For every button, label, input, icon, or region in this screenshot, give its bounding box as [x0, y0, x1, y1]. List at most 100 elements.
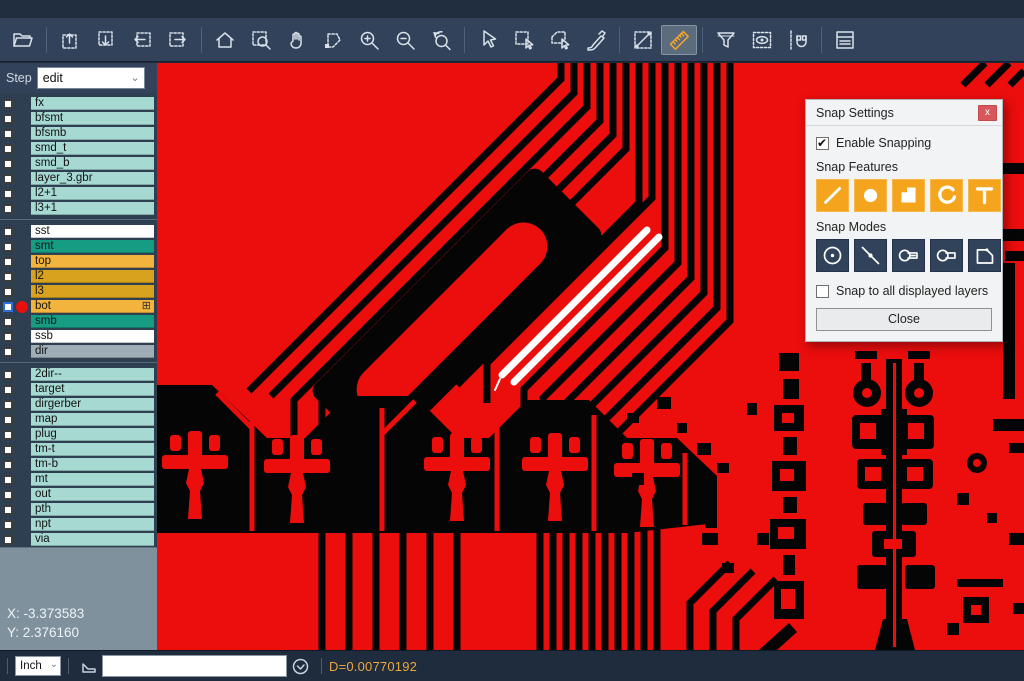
- layer-row[interactable]: smd_b: [0, 156, 157, 171]
- layer-label[interactable]: pth: [31, 503, 154, 516]
- import-up-button[interactable]: [52, 25, 88, 55]
- import-down-button[interactable]: [88, 25, 124, 55]
- layer-visibility-checkbox[interactable]: [3, 242, 13, 252]
- layer-label[interactable]: bfsmb: [31, 127, 154, 140]
- layer-visibility-checkbox[interactable]: [3, 370, 13, 380]
- layer-visibility-checkbox[interactable]: [3, 400, 13, 410]
- measure-line-button[interactable]: [625, 25, 661, 55]
- layer-label[interactable]: smd_b: [31, 157, 154, 170]
- snap-feature-surface-button[interactable]: [892, 179, 925, 212]
- menu-item[interactable]: [4, 8, 24, 11]
- layer-label[interactable]: sst: [31, 225, 154, 238]
- layer-visibility-checkbox[interactable]: [3, 227, 13, 237]
- close-button[interactable]: Close: [816, 308, 992, 331]
- layer-label[interactable]: map: [31, 413, 154, 426]
- layer-visibility-checkbox[interactable]: [3, 535, 13, 545]
- menu-item[interactable]: [64, 8, 84, 11]
- zoom-in-button[interactable]: [351, 25, 387, 55]
- layer-label[interactable]: via: [31, 533, 154, 546]
- layer-label[interactable]: out: [31, 488, 154, 501]
- layer-label[interactable]: ssb: [31, 330, 154, 343]
- layer-label[interactable]: dir: [31, 345, 154, 358]
- layer-row[interactable]: layer_3.gbr: [0, 171, 157, 186]
- layer-label[interactable]: tm-b: [31, 458, 154, 471]
- snap-all-layers-checkbox[interactable]: [816, 285, 829, 298]
- layer-label[interactable]: target: [31, 383, 154, 396]
- layer-label[interactable]: plug: [31, 428, 154, 441]
- zoom-polygon-button[interactable]: [315, 25, 351, 55]
- layer-row[interactable]: l3+1: [0, 201, 157, 216]
- open-button[interactable]: [5, 25, 41, 55]
- display-options-button[interactable]: [744, 25, 780, 55]
- layer-row[interactable]: tm-t: [0, 442, 157, 457]
- snap-mode-contour-vertex-button[interactable]: [968, 239, 1001, 272]
- layer-label[interactable]: fx: [31, 97, 154, 110]
- step-select[interactable]: edit ⌄: [37, 67, 145, 89]
- layer-row[interactable]: bfsmb: [0, 126, 157, 141]
- home-view-button[interactable]: [207, 25, 243, 55]
- enable-snapping-checkbox[interactable]: [816, 137, 829, 150]
- zoom-previous-button[interactable]: [423, 25, 459, 55]
- zoom-window-button[interactable]: [243, 25, 279, 55]
- layer-row[interactable]: bfsmt: [0, 111, 157, 126]
- layer-visibility-checkbox[interactable]: [3, 475, 13, 485]
- snap-feature-pad-button[interactable]: [854, 179, 887, 212]
- layer-visibility-checkbox[interactable]: [3, 385, 13, 395]
- layer-row[interactable]: fx: [0, 96, 157, 111]
- snap-button[interactable]: [780, 25, 816, 55]
- layer-row[interactable]: via: [0, 532, 157, 547]
- layer-visibility-checkbox[interactable]: [3, 317, 13, 327]
- dialog-close-icon[interactable]: x: [978, 105, 997, 121]
- layer-label[interactable]: top: [31, 255, 154, 268]
- layer-row[interactable]: l2+1: [0, 186, 157, 201]
- snap-mode-pad-entire-button[interactable]: [892, 239, 925, 272]
- layer-row[interactable]: bot: [0, 299, 157, 314]
- layer-row[interactable]: out: [0, 487, 157, 502]
- snap-feature-arc-button[interactable]: [930, 179, 963, 212]
- layer-row[interactable]: 2dir--: [0, 367, 157, 382]
- layer-visibility-checkbox[interactable]: [3, 415, 13, 425]
- import-left-button[interactable]: [124, 25, 160, 55]
- units-select[interactable]: Inch ⌄: [15, 656, 61, 676]
- layer-label[interactable]: smb: [31, 315, 154, 328]
- dialog-titlebar[interactable]: Snap Settings x: [806, 100, 1002, 126]
- layer-visibility-checkbox[interactable]: [3, 302, 13, 312]
- layer-row[interactable]: target: [0, 382, 157, 397]
- layer-visibility-checkbox[interactable]: [3, 272, 13, 282]
- snap-feature-line-button[interactable]: [816, 179, 849, 212]
- layer-label[interactable]: 2dir--: [31, 368, 154, 381]
- layer-row[interactable]: ssb: [0, 329, 157, 344]
- layer-row[interactable]: pth: [0, 502, 157, 517]
- menu-item[interactable]: [44, 8, 64, 11]
- layer-row[interactable]: map: [0, 412, 157, 427]
- pcb-canvas[interactable]: Snap Settings x Enable Snapping Snap Fea…: [157, 63, 1024, 650]
- layer-row[interactable]: sst: [0, 224, 157, 239]
- menu-item[interactable]: [84, 8, 104, 11]
- pan-button[interactable]: [279, 25, 315, 55]
- layer-label[interactable]: npt: [31, 518, 154, 531]
- import-right-button[interactable]: [160, 25, 196, 55]
- layer-visibility-checkbox[interactable]: [3, 144, 13, 154]
- layer-row[interactable]: dirgerber: [0, 397, 157, 412]
- layer-visibility-checkbox[interactable]: [3, 332, 13, 342]
- select-button[interactable]: [470, 25, 506, 55]
- command-input[interactable]: [102, 655, 287, 677]
- select-rectangle-button[interactable]: [506, 25, 542, 55]
- layer-visibility-checkbox[interactable]: [3, 257, 13, 267]
- layer-visibility-checkbox[interactable]: [3, 114, 13, 124]
- layer-row[interactable]: smb: [0, 314, 157, 329]
- layer-visibility-checkbox[interactable]: [3, 287, 13, 297]
- layer-row[interactable]: smt: [0, 239, 157, 254]
- select-polygon-button[interactable]: [542, 25, 578, 55]
- layer-label[interactable]: tm-t: [31, 443, 154, 456]
- layer-label[interactable]: mt: [31, 473, 154, 486]
- layer-row[interactable]: l3: [0, 284, 157, 299]
- layer-visibility-checkbox[interactable]: [3, 490, 13, 500]
- ruler-button[interactable]: [661, 25, 697, 55]
- layer-visibility-checkbox[interactable]: [3, 99, 13, 109]
- layer-visibility-checkbox[interactable]: [3, 505, 13, 515]
- layer-label[interactable]: smd_t: [31, 142, 154, 155]
- layer-visibility-checkbox[interactable]: [3, 174, 13, 184]
- layer-visibility-checkbox[interactable]: [3, 347, 13, 357]
- layer-label[interactable]: l2: [31, 270, 154, 283]
